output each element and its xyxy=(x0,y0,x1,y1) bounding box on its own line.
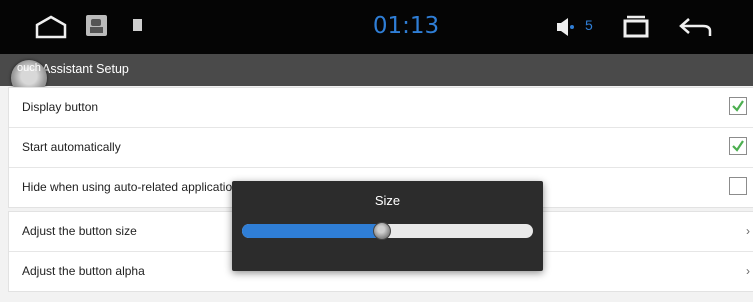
back-icon[interactable] xyxy=(677,16,713,38)
display-button-checkbox[interactable] xyxy=(729,97,747,115)
page-title: Assistant Setup xyxy=(42,62,129,76)
size-dialog: Size xyxy=(232,181,543,271)
size-slider-fill xyxy=(242,224,382,238)
hide-auto-apps-checkbox[interactable] xyxy=(729,177,747,195)
recent-apps-icon[interactable] xyxy=(621,14,651,40)
adjust-label: Adjust the button size xyxy=(22,224,137,238)
setting-label: Start automatically xyxy=(22,140,121,154)
chevron-right-icon: › xyxy=(746,224,750,238)
volume-level: 5 xyxy=(585,17,593,33)
status-bar: 01:13 5 xyxy=(0,0,753,54)
dialog-title: Size xyxy=(374,193,401,208)
clock: 01:13 xyxy=(372,13,440,39)
title-bar: Assistant Setup xyxy=(0,54,753,86)
chevron-right-icon: › xyxy=(746,264,750,278)
checkmark-icon xyxy=(732,100,744,112)
gallery-icon xyxy=(86,15,107,36)
title-prefix: ouch xyxy=(17,62,41,74)
setting-row-display-button[interactable]: Display button xyxy=(9,88,753,128)
setting-row-start-automatically[interactable]: Start automatically xyxy=(9,128,753,168)
home-icon[interactable] xyxy=(35,15,67,39)
size-slider-thumb[interactable] xyxy=(373,222,391,240)
volume-icon[interactable] xyxy=(556,17,576,37)
start-automatically-checkbox[interactable] xyxy=(729,137,747,155)
setting-label: Display button xyxy=(22,100,99,114)
adjust-label: Adjust the button alpha xyxy=(22,264,145,278)
checkmark-icon xyxy=(732,140,744,152)
setting-label: Hide when using auto-related application… xyxy=(22,180,245,194)
small-square-icon xyxy=(133,19,142,31)
